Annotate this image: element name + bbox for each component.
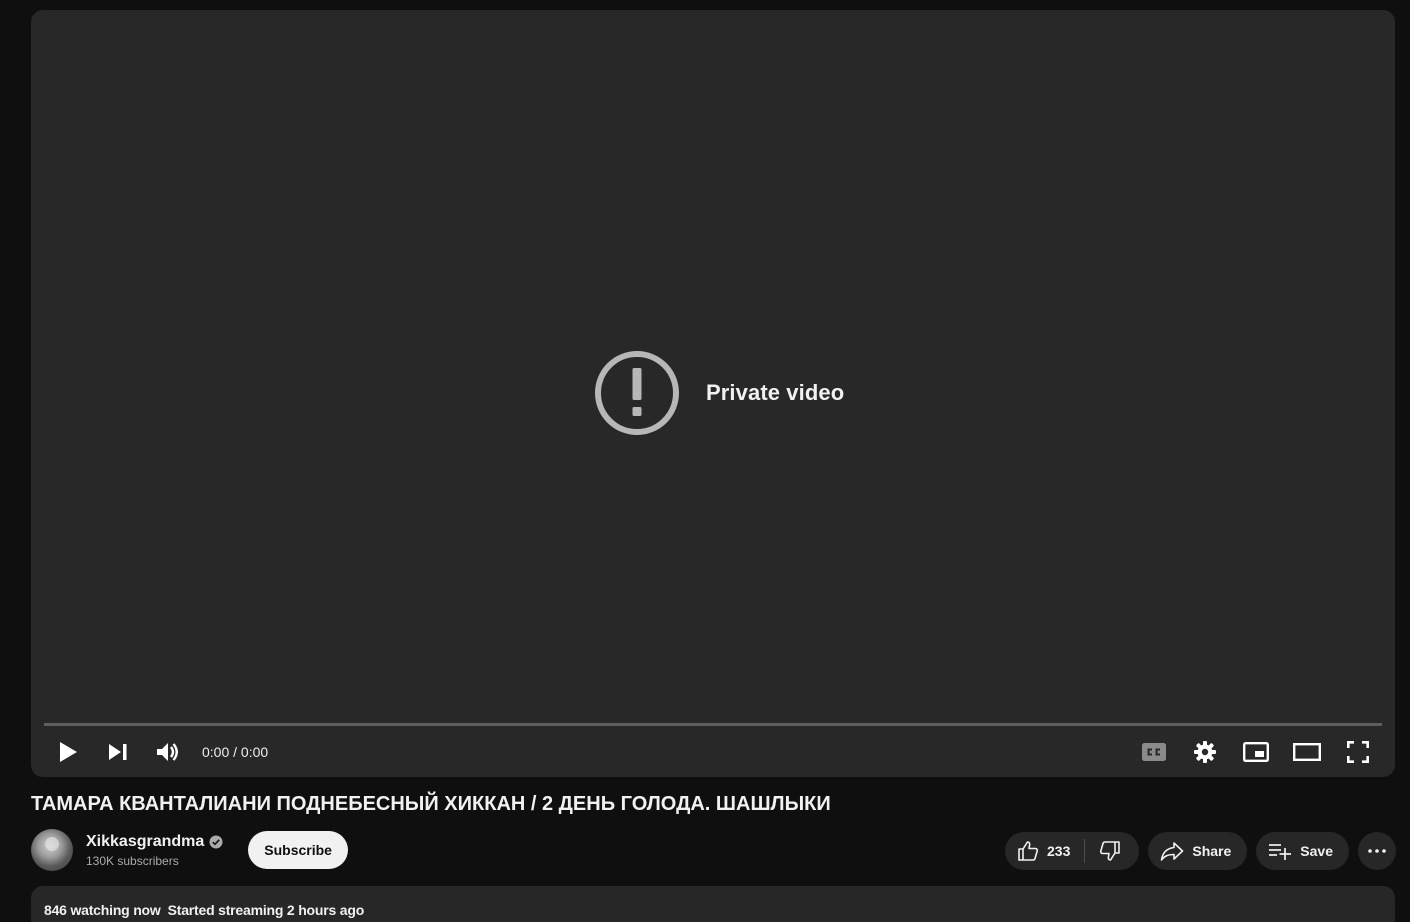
channel-row: Xikkasgrandma 130K subscribers Subscribe bbox=[31, 829, 348, 871]
more-actions-button[interactable] bbox=[1358, 832, 1396, 870]
channel-avatar[interactable] bbox=[31, 829, 73, 871]
subscriber-count: 130K subscribers bbox=[86, 853, 179, 868]
theater-icon bbox=[1292, 743, 1321, 761]
more-horizontal-icon bbox=[1368, 849, 1386, 853]
description-box[interactable]: 846 watching now Started streaming 2 hou… bbox=[31, 886, 1395, 922]
video-player[interactable]: Private video 0:00 / 0:00 bbox=[31, 10, 1395, 777]
miniplayer-button[interactable] bbox=[1230, 730, 1281, 774]
channel-info: Xikkasgrandma 130K subscribers bbox=[86, 833, 223, 868]
captions-icon bbox=[1141, 743, 1166, 761]
verified-icon bbox=[209, 835, 223, 848]
save-button[interactable]: Save bbox=[1256, 832, 1349, 870]
private-video-text: Private video bbox=[706, 380, 845, 405]
share-button[interactable]: Share bbox=[1148, 832, 1248, 870]
video-actions: 233 Share Save bbox=[1005, 832, 1396, 870]
next-icon bbox=[109, 744, 127, 760]
thumbs-down-icon bbox=[1100, 841, 1121, 861]
miniplayer-icon bbox=[1242, 742, 1269, 762]
stream-start-time: Started streaming 2 hours ago bbox=[167, 902, 365, 918]
theater-mode-button[interactable] bbox=[1281, 730, 1332, 774]
share-label: Share bbox=[1192, 843, 1232, 859]
alert-circle-icon bbox=[595, 351, 679, 435]
like-count: 233 bbox=[1047, 843, 1071, 859]
settings-button[interactable] bbox=[1179, 730, 1230, 774]
like-button[interactable]: 233 bbox=[1005, 832, 1084, 870]
dislike-button[interactable] bbox=[1085, 832, 1139, 870]
volume-button[interactable] bbox=[144, 730, 192, 774]
subscribe-button[interactable]: Subscribe bbox=[248, 831, 348, 869]
play-button[interactable] bbox=[44, 730, 92, 774]
share-icon bbox=[1161, 842, 1184, 861]
watch-page: Private video 0:00 / 0:00 ТАМАРА КВАНТАЛ… bbox=[0, 0, 1410, 922]
fullscreen-button[interactable] bbox=[1332, 730, 1383, 774]
next-button[interactable] bbox=[94, 730, 142, 774]
channel-name[interactable]: Xikkasgrandma bbox=[86, 833, 204, 851]
description-meta: 846 watching now Started streaming 2 hou… bbox=[44, 902, 364, 918]
save-to-playlist-icon bbox=[1269, 844, 1292, 860]
video-title: ТАМАРА КВАНТАЛИАНИ ПОДНЕБЕСНЫЙ ХИККАН / … bbox=[31, 793, 831, 815]
volume-icon bbox=[157, 743, 178, 761]
player-right-controls bbox=[1128, 730, 1383, 774]
fullscreen-icon bbox=[1346, 741, 1369, 763]
watching-count: 846 watching now bbox=[44, 902, 161, 918]
settings-icon bbox=[1193, 741, 1216, 763]
save-label: Save bbox=[1300, 843, 1333, 859]
player-controls: 0:00 / 0:00 bbox=[31, 730, 1395, 774]
captions-button[interactable] bbox=[1128, 730, 1179, 774]
like-dislike-group: 233 bbox=[1005, 832, 1140, 870]
time-display: 0:00 / 0:00 bbox=[202, 744, 269, 760]
play-icon bbox=[60, 742, 77, 762]
private-video-message: Private video bbox=[594, 350, 844, 436]
thumbs-up-icon bbox=[1018, 841, 1039, 861]
progress-bar[interactable] bbox=[44, 723, 1382, 726]
